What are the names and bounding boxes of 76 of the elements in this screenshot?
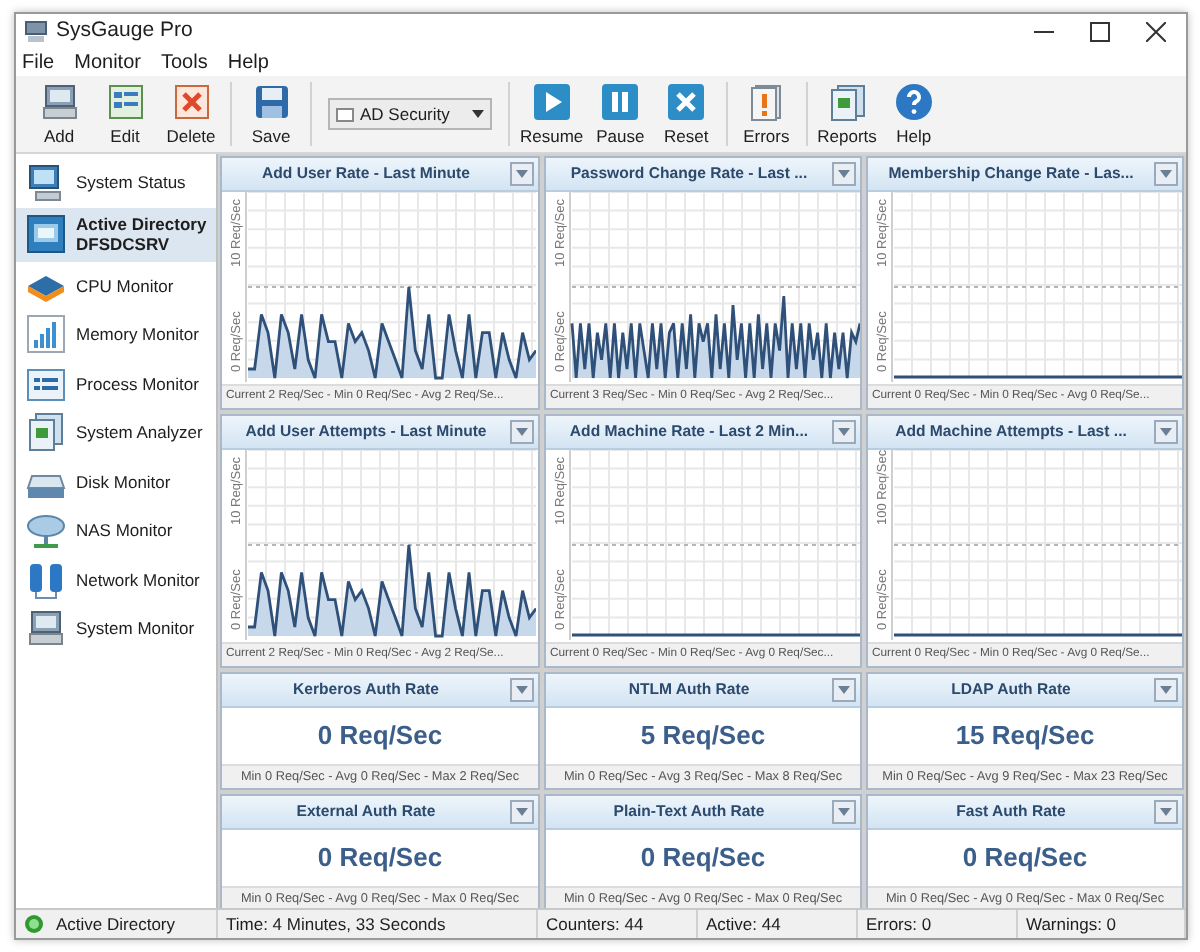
- caret-icon: [838, 686, 850, 694]
- status-text: Time: 4 Minutes, 33 Seconds: [226, 911, 446, 937]
- status-text: Errors: 0: [866, 911, 932, 937]
- app-icon: [24, 20, 48, 42]
- caret-icon: [1160, 170, 1172, 178]
- value-text: 5 Req/Sec: [640, 718, 766, 755]
- toolbar-button[interactable]: Pause: [589, 76, 652, 152]
- menu-item[interactable]: Tools: [160, 47, 208, 77]
- dropdown-button[interactable]: [510, 678, 534, 702]
- caret-icon: [1160, 808, 1172, 816]
- warning-document-icon: [746, 82, 787, 122]
- caret-icon: [472, 110, 484, 118]
- pause-icon: [600, 82, 641, 122]
- caret-icon: [838, 428, 850, 436]
- computer-icon: [26, 608, 66, 649]
- toolbar-button[interactable]: Help: [882, 76, 945, 152]
- window-title: SysGauge Pro: [56, 15, 193, 46]
- dropdown-button[interactable]: [510, 800, 534, 824]
- directory-icon: [26, 214, 66, 254]
- menu-item[interactable]: Help: [227, 47, 269, 77]
- caret-icon: [1160, 686, 1172, 694]
- play-icon: [531, 82, 572, 122]
- reset-icon: [666, 82, 707, 122]
- status-text: Warnings: 0: [1026, 911, 1117, 937]
- dropdown-button[interactable]: [832, 162, 856, 186]
- status-text: Active Directory: [56, 911, 176, 937]
- toolbar-button[interactable]: Add: [28, 76, 90, 152]
- delete-icon: [171, 82, 211, 122]
- value-text: 0 Req/Sec: [640, 840, 766, 877]
- dropdown-button[interactable]: [1154, 162, 1178, 186]
- list-icon: [105, 82, 145, 122]
- menu-item[interactable]: Monitor: [74, 47, 141, 77]
- report-icon: [827, 82, 868, 122]
- tag-icon: [336, 107, 354, 121]
- value-text: 0 Req/Sec: [962, 840, 1088, 877]
- dropdown-button[interactable]: [1154, 678, 1178, 702]
- toolbar-button[interactable]: Edit: [94, 76, 156, 152]
- toolbar-button[interactable]: Save: [240, 76, 302, 152]
- status-icon: [24, 914, 44, 934]
- chart-document-icon: [26, 412, 66, 453]
- caret-icon: [516, 428, 528, 436]
- dropdown-button[interactable]: [832, 800, 856, 824]
- caret-icon: [516, 170, 528, 178]
- list-icon: [26, 363, 66, 404]
- nas-icon: [26, 510, 66, 551]
- dropdown-button[interactable]: [510, 420, 534, 444]
- status-text: Active: 44: [706, 911, 781, 937]
- dropdown-button[interactable]: [832, 420, 856, 444]
- value-text: 0 Req/Sec: [317, 718, 443, 755]
- dropdown-button[interactable]: [510, 162, 534, 186]
- caret-icon: [1160, 428, 1172, 436]
- caret-icon: [838, 808, 850, 816]
- dropdown[interactable]: AD Security: [328, 98, 492, 130]
- value-text: 0 Req/Sec: [317, 840, 443, 877]
- value-text: 15 Req/Sec: [955, 718, 1095, 755]
- close-icon[interactable]: [1146, 21, 1166, 41]
- caret-icon: [516, 808, 528, 816]
- monitor-icon: [26, 162, 66, 203]
- computer-icon: [39, 82, 79, 122]
- toolbar-button[interactable]: Delete: [160, 76, 222, 152]
- maximize-icon[interactable]: [1090, 21, 1110, 41]
- sidebar-item[interactable]: Active Directory DFSDCSRV: [16, 207, 216, 261]
- menu-item[interactable]: File: [22, 47, 55, 77]
- dropdown-button[interactable]: [832, 678, 856, 702]
- dropdown-button[interactable]: [1154, 800, 1178, 824]
- toolbar-button[interactable]: Resume: [518, 76, 586, 152]
- toolbar-button[interactable]: Errors: [735, 76, 798, 152]
- help-icon: [893, 82, 934, 122]
- bar-chart-icon: [26, 314, 66, 355]
- status-text: Counters: 44: [546, 911, 644, 937]
- dropdown-button[interactable]: [1154, 420, 1178, 444]
- toolbar-button[interactable]: Reports: [815, 76, 879, 152]
- toolbar-button[interactable]: Reset: [655, 76, 718, 152]
- caret-icon: [516, 686, 528, 694]
- caret-icon: [838, 170, 850, 178]
- network-icon: [26, 559, 66, 600]
